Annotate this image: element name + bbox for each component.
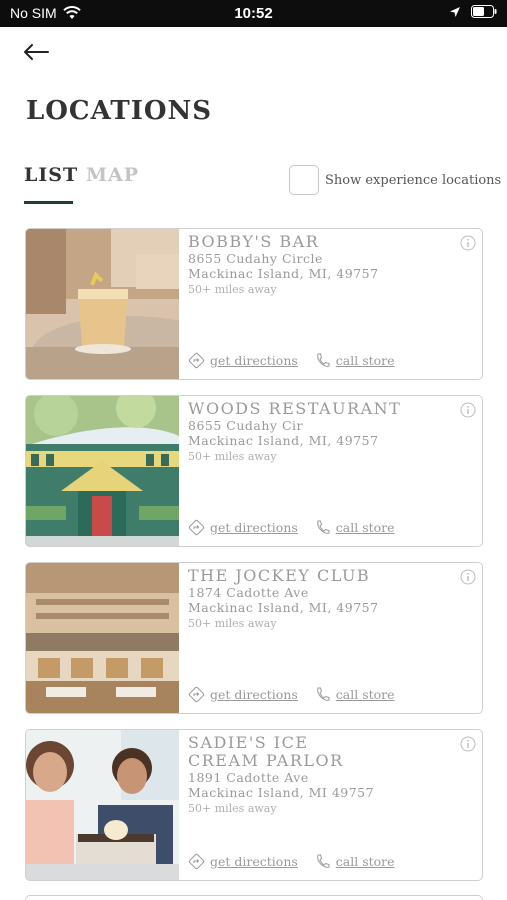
directions-label: get directions	[210, 687, 298, 702]
directions-label: get directions	[210, 854, 298, 869]
location-arrow-icon	[450, 6, 460, 17]
location-card-bobbys-bar[interactable]: BOBBY'S BAR 8655 Cudahy Circle Mackinac …	[25, 228, 483, 380]
directions-label: get directions	[210, 520, 298, 535]
card-actions: get directions call store	[188, 519, 395, 536]
directions-icon	[188, 519, 205, 536]
get-directions-link[interactable]: get directions	[188, 519, 298, 536]
tab-map[interactable]: MAP	[86, 164, 139, 186]
info-icon[interactable]	[460, 402, 476, 418]
get-directions-link[interactable]: get directions	[188, 352, 298, 369]
kids-ice-cream-photo	[26, 730, 179, 880]
phone-icon	[316, 687, 330, 701]
location-card-woods-restaurant[interactable]: WOODS RESTAURANT 8655 Cudahy Cir Mackina…	[25, 395, 483, 547]
directions-icon	[188, 853, 205, 870]
address-line2: Mackinac Island, MI 49757	[188, 785, 375, 800]
call-store-link[interactable]: call store	[314, 519, 395, 536]
info-icon[interactable]	[460, 736, 476, 752]
info-icon[interactable]	[460, 569, 476, 585]
phone-icon	[316, 353, 330, 367]
card-body: WOODS RESTAURANT 8655 Cudahy Cir Mackina…	[188, 399, 474, 464]
phone-icon	[316, 520, 330, 534]
call-store-link[interactable]: call store	[314, 352, 395, 369]
location-name: BOBBY'S BAR	[188, 232, 320, 251]
location-name: WOODS RESTAURANT	[188, 399, 402, 418]
directions-label: get directions	[210, 353, 298, 368]
status-right	[449, 5, 497, 18]
card-body: THE JOCKEY CLUB 1874 Cadotte Ave Mackina…	[188, 566, 474, 631]
call-label: call store	[335, 854, 395, 869]
phone-icon	[316, 854, 330, 868]
battery-icon	[471, 5, 497, 18]
location-name: SADIE'S ICE CREAM PARLOR	[188, 733, 344, 770]
active-tab-indicator	[24, 201, 73, 204]
card-body: BOBBY'S BAR 8655 Cudahy Circle Mackinac …	[188, 232, 474, 297]
call-store-link[interactable]: call store	[314, 853, 395, 870]
address-line1: 8655 Cudahy Cir	[188, 418, 303, 433]
info-icon[interactable]	[460, 235, 476, 251]
get-directions-link[interactable]: get directions	[188, 853, 298, 870]
get-directions-link[interactable]: get directions	[188, 686, 298, 703]
page-title: LOCATIONS	[26, 96, 213, 126]
address-line1: 8655 Cudahy Circle	[188, 251, 323, 266]
distance: 50+ miles away	[188, 283, 277, 296]
call-label: call store	[335, 687, 395, 702]
location-photo	[26, 396, 179, 546]
experience-locations-toggle[interactable]: Show experience locations	[289, 165, 501, 195]
call-label: call store	[335, 520, 395, 535]
address-line2: Mackinac Island, MI, 49757	[188, 433, 379, 448]
tab-list[interactable]: LIST	[24, 164, 78, 186]
distance: 50+ miles away	[188, 802, 277, 815]
card-actions: get directions call store	[188, 686, 395, 703]
back-button[interactable]	[22, 38, 56, 66]
experience-checkbox[interactable]	[289, 165, 319, 195]
card-body: SADIE'S ICE CREAM PARLOR 1891 Cadotte Av…	[188, 733, 474, 816]
location-photo	[26, 229, 179, 379]
bar-drink-photo	[26, 229, 179, 379]
address-line1: 1891 Cadotte Ave	[188, 770, 309, 785]
card-actions: get directions call store	[188, 352, 395, 369]
restaurant-building-photo	[26, 396, 179, 546]
experience-label: Show experience locations	[325, 172, 502, 188]
location-card-sadies-ice-cream-parlor[interactable]: SADIE'S ICE CREAM PARLOR 1891 Cadotte Av…	[25, 729, 483, 881]
distance: 50+ miles away	[188, 617, 277, 630]
location-name: THE JOCKEY CLUB	[188, 566, 371, 585]
location-card-the-jockey-club[interactable]: THE JOCKEY CLUB 1874 Cadotte Ave Mackina…	[25, 562, 483, 714]
address-line2: Mackinac Island, MI, 49757	[188, 266, 379, 281]
address-line1: 1874 Cadotte Ave	[188, 585, 309, 600]
location-card-partial[interactable]	[25, 895, 483, 900]
directions-icon	[188, 686, 205, 703]
directions-icon	[188, 352, 205, 369]
location-photo	[26, 730, 179, 880]
back-arrow-icon	[24, 44, 49, 60]
card-actions: get directions call store	[188, 853, 395, 870]
dining-room-photo	[26, 563, 179, 713]
clock: 10:52	[234, 5, 273, 22]
address-line2: Mackinac Island, MI, 49757	[188, 600, 379, 615]
location-photo	[26, 563, 179, 713]
call-store-link[interactable]: call store	[314, 686, 395, 703]
distance: 50+ miles away	[188, 450, 277, 463]
status-bar: No SIM 10:52	[0, 0, 507, 27]
call-label: call store	[335, 353, 395, 368]
